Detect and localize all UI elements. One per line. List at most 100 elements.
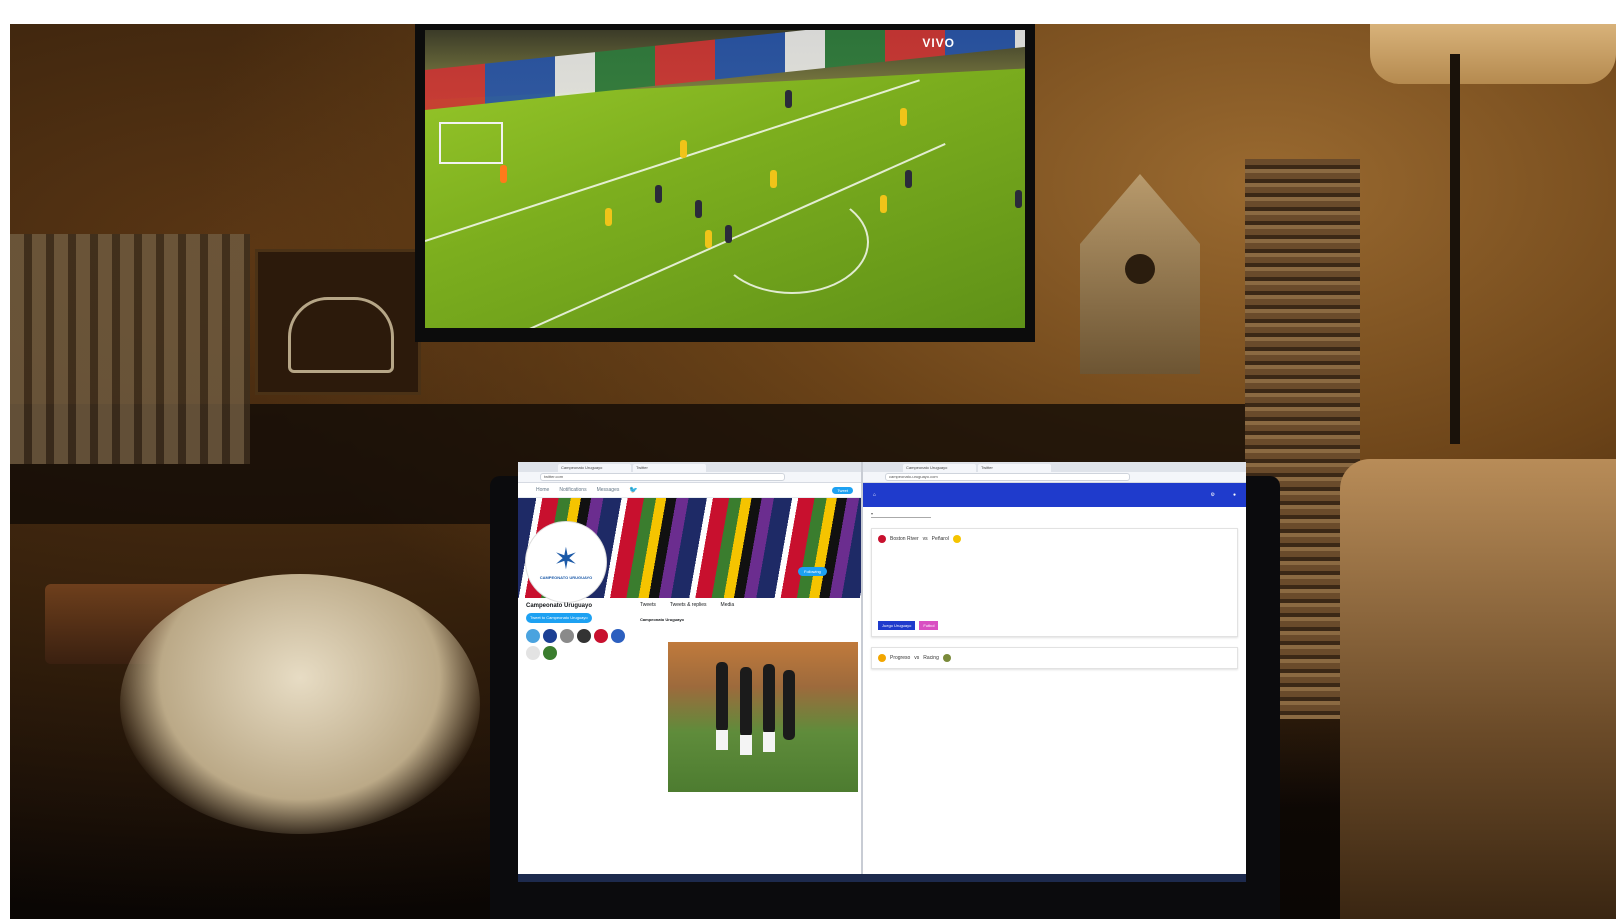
vs-separator: vs [922, 536, 928, 542]
filter-select[interactable]: ▾ [871, 511, 931, 518]
away-team: Peñarol [931, 536, 949, 542]
star-logo-icon: ✶ [553, 542, 579, 576]
player-figure [716, 662, 728, 732]
browser-tab[interactable]: Twitter [633, 464, 706, 472]
match-card[interactable]: Progreso vs Racing [871, 647, 1238, 669]
bicycle-illustration [288, 297, 394, 373]
away-team: Racing [923, 655, 939, 661]
header-actions: ⚙ ● [1210, 492, 1236, 498]
laptop-screen: Campeonato Uruguayo Twitter twitter.com … [518, 462, 1246, 882]
birdhouse-hole [1125, 254, 1155, 284]
lace-tablecloth [120, 574, 480, 834]
sofa [1340, 459, 1616, 919]
tag-chip[interactable]: Futbol [919, 621, 939, 630]
player-figure [763, 664, 775, 734]
tag-chip[interactable]: Juego Uruguayo [878, 621, 916, 630]
follower-avatar[interactable] [594, 629, 608, 643]
follower-avatar[interactable] [611, 629, 625, 643]
tv-screen-soccer-match: VIVO [425, 30, 1025, 328]
account-icon[interactable]: ● [1233, 492, 1236, 498]
player [1015, 190, 1022, 208]
followers-avatars [526, 629, 631, 660]
lamp-shade [1370, 24, 1616, 84]
player [725, 225, 732, 243]
goal-net [439, 122, 503, 164]
television: VIVO [415, 24, 1035, 342]
tweet-photo-players[interactable] [668, 642, 858, 792]
player [900, 108, 907, 126]
browser-window-match-app: Campeonato Uruguayo Twitter campeonato-u… [863, 462, 1246, 882]
goalkeeper [500, 165, 507, 183]
player [880, 195, 887, 213]
browser-tab[interactable]: Campeonato Uruguayo [558, 464, 631, 472]
floor-lamp-pole [1450, 54, 1460, 444]
team-crest [878, 535, 886, 543]
browser-tab-strip: Campeonato Uruguayo Twitter [863, 462, 1246, 472]
player-figure [740, 667, 752, 737]
birdhouse-decoration [1080, 174, 1200, 374]
tweet[interactable]: Campeonato Uruguayo [640, 617, 855, 623]
profile-feed-tabs: Tweets Tweets & replies Media [640, 602, 734, 608]
home-team: Boston River [890, 536, 919, 542]
url-input[interactable]: twitter.com [540, 473, 785, 481]
browser-tab[interactable]: Campeonato Uruguayo [903, 464, 976, 472]
tweet-author: Campeonato Uruguayo [640, 617, 685, 622]
follower-avatar[interactable] [526, 646, 540, 660]
avatar-caption: CAMPEONATO URUGUAYO [539, 574, 593, 580]
nav-home[interactable]: Home [536, 487, 549, 493]
player-shorts [763, 732, 775, 752]
team-crest [952, 535, 961, 543]
player-shorts [740, 735, 752, 755]
follower-avatar[interactable] [560, 629, 574, 643]
home-team: Progreso [890, 655, 911, 661]
player-shorts [716, 730, 728, 750]
twitter-bird-icon: 🐦 [629, 487, 639, 494]
player [705, 230, 712, 248]
vs-separator: vs [914, 655, 920, 661]
player [770, 170, 777, 188]
player-figure [783, 670, 795, 740]
app-body: ▾ Boston River vs Peñarol Juego Uruguayo… [863, 507, 1246, 673]
penalty-arc [715, 190, 869, 294]
nav-messages[interactable]: Messages [597, 487, 620, 493]
url-input[interactable]: campeonato-uruguayo.com [885, 473, 1130, 481]
follower-avatar[interactable] [577, 629, 591, 643]
profile-sidebar: Campeonato Uruguayo Tweet to Campeonato … [526, 602, 631, 660]
player [785, 90, 792, 108]
home-icon[interactable]: ⌂ [873, 492, 876, 498]
nav-notifications[interactable]: Notifications [559, 487, 586, 493]
tab-tweets[interactable]: Tweets [640, 602, 656, 608]
following-button[interactable]: Following [798, 567, 827, 576]
tweet-to-button[interactable]: Tweet to Campeonato Uruguayo [526, 613, 592, 623]
radiator [10, 234, 250, 464]
team-crest [878, 654, 886, 662]
browser-tab[interactable]: Twitter [978, 464, 1051, 472]
player [605, 208, 612, 226]
bicycle-picture-frame [255, 249, 421, 395]
tab-tweets-replies[interactable]: Tweets & replies [670, 602, 707, 608]
profile-avatar[interactable]: ✶ CAMPEONATO URUGUAYO [526, 522, 606, 602]
address-bar: campeonato-uruguayo.com [863, 472, 1246, 483]
referee [905, 170, 912, 188]
os-taskbar [518, 874, 1246, 882]
match-card[interactable]: Boston River vs Peñarol Juego Uruguayo F… [871, 528, 1238, 637]
player [680, 140, 687, 158]
follower-avatar[interactable] [543, 646, 557, 660]
browser-window-twitter: Campeonato Uruguayo Twitter twitter.com … [518, 462, 863, 882]
player [655, 185, 662, 203]
browser-tab-strip: Campeonato Uruguayo Twitter [518, 462, 861, 472]
broadcast-live-label: VIVO [922, 36, 955, 50]
follower-avatar[interactable] [543, 629, 557, 643]
match-teams: Progreso vs Racing [878, 654, 1231, 662]
tweet-button[interactable]: Tweet [832, 486, 853, 494]
profile-name: Campeonato Uruguayo [526, 603, 593, 609]
tab-media[interactable]: Media [721, 602, 735, 608]
team-crest [942, 654, 951, 662]
player [695, 200, 702, 218]
address-bar: twitter.com [518, 472, 861, 483]
follower-avatar[interactable] [526, 629, 540, 643]
settings-icon[interactable]: ⚙ [1210, 492, 1214, 498]
tag-chips: Juego Uruguayo Futbol [878, 621, 1231, 630]
app-header: ⌂ ⚙ ● [863, 483, 1246, 507]
twitter-nav: Home Notifications Messages 🐦 Tweet [518, 483, 861, 498]
